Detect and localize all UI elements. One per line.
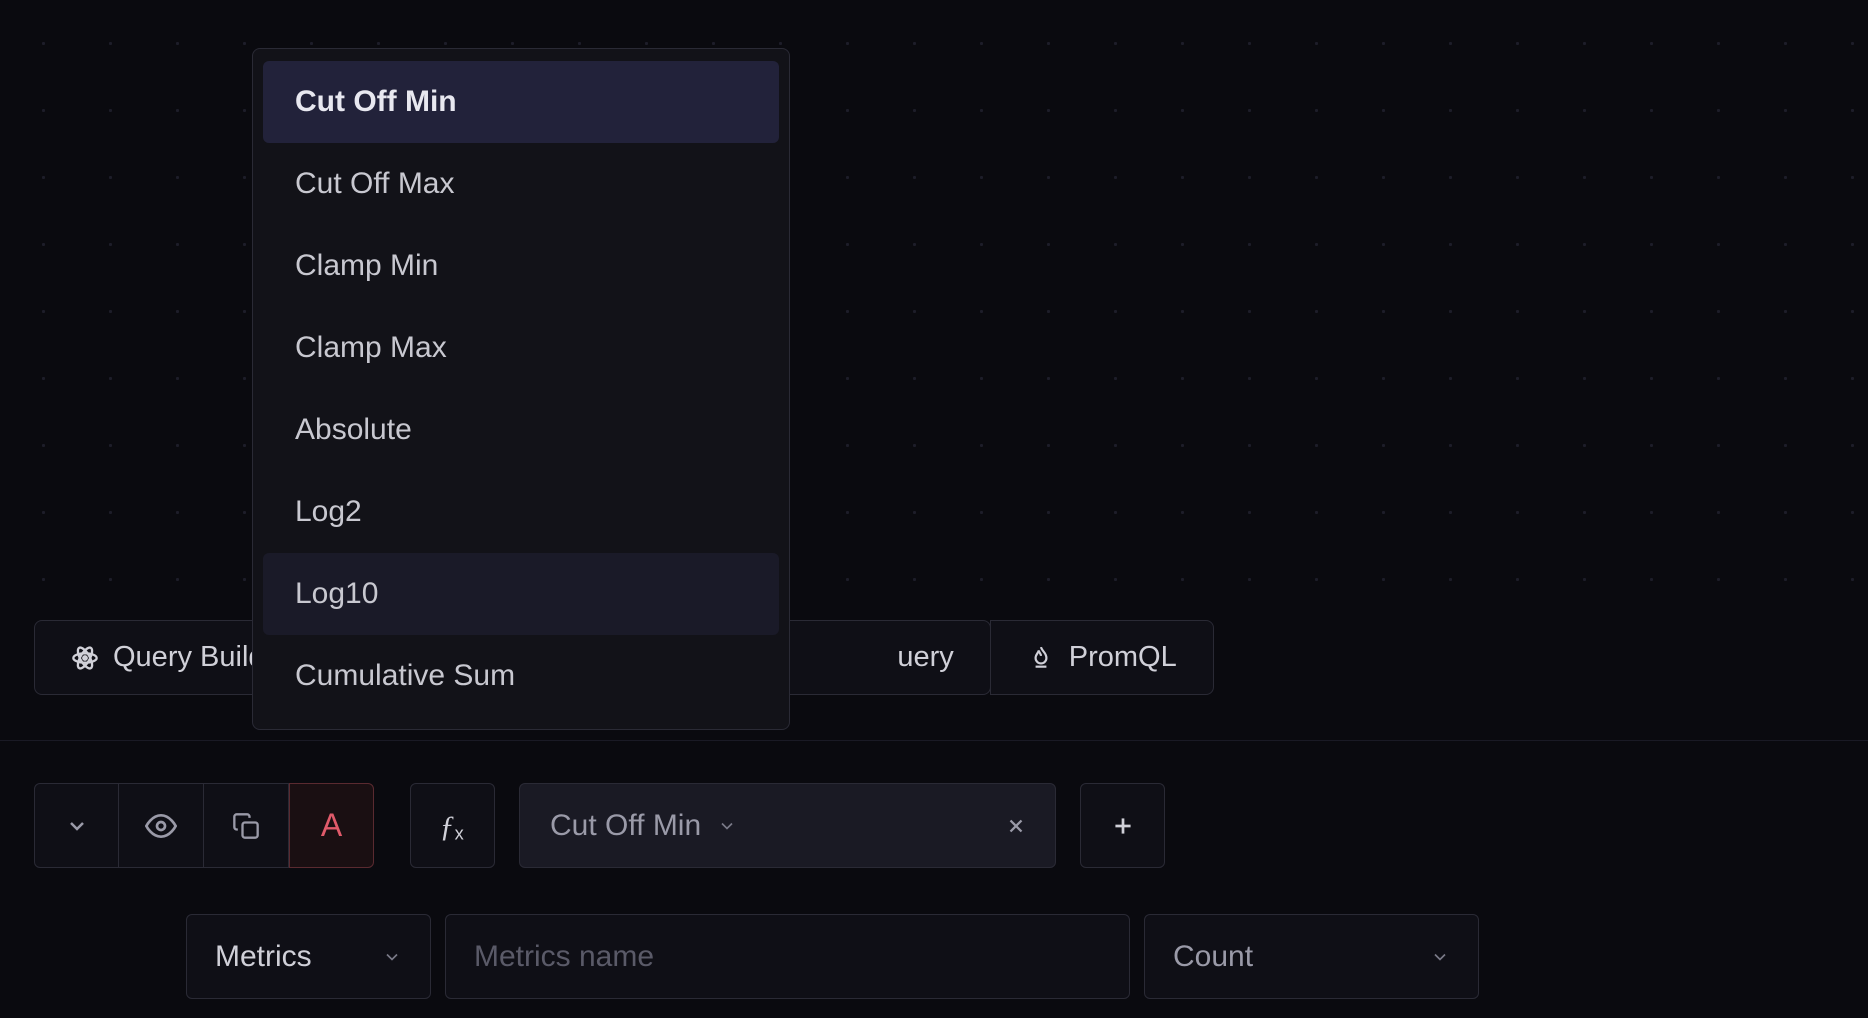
dropdown-item-log10[interactable]: Log10 — [263, 553, 779, 635]
visibility-toggle-button[interactable] — [119, 783, 204, 868]
dropdown-item-absolute[interactable]: Absolute — [263, 389, 779, 471]
query-letter-badge[interactable]: A — [289, 783, 374, 868]
aggregation-label: Count — [1173, 940, 1253, 974]
flame-icon — [1027, 644, 1055, 672]
dropdown-item-log2[interactable]: Log2 — [263, 471, 779, 553]
chevron-down-icon — [65, 814, 89, 838]
dropdown-item-cumulative-sum[interactable]: Cumulative Sum — [263, 635, 779, 717]
chevron-down-icon — [717, 816, 737, 836]
tab-label: PromQL — [1069, 641, 1177, 674]
dropdown-item-label: Absolute — [295, 413, 412, 446]
dropdown-item-label: Cut Off Min — [295, 85, 457, 118]
function-pill: Cut Off Min — [519, 783, 1056, 868]
atom-icon — [71, 644, 99, 672]
metrics-config-row: Metrics Metrics name Count — [186, 914, 1479, 999]
copy-button[interactable] — [204, 783, 289, 868]
dropdown-item-clamp-max[interactable]: Clamp Max — [263, 307, 779, 389]
chevron-down-icon — [1430, 947, 1450, 967]
metrics-name-placeholder: Metrics name — [474, 940, 654, 974]
function-select[interactable]: Cut Off Min — [520, 809, 757, 843]
aggregation-select[interactable]: Count — [1144, 914, 1479, 999]
query-letter: A — [321, 807, 342, 844]
chevron-down-icon — [382, 947, 402, 967]
add-function-button[interactable] — [1080, 783, 1165, 868]
query-builder-area — [0, 740, 1868, 741]
tab-label-partial: uery — [897, 641, 953, 674]
dropdown-item-label: Log2 — [295, 495, 362, 528]
function-pill-text: Cut Off Min — [550, 809, 701, 843]
close-icon — [1005, 815, 1027, 837]
data-source-select[interactable]: Metrics — [186, 914, 431, 999]
plus-icon — [1110, 813, 1136, 839]
query-actions-group: A — [34, 783, 374, 868]
dropdown-item-clamp-min[interactable]: Clamp Min — [263, 225, 779, 307]
tab-promql[interactable]: PromQL — [990, 620, 1214, 695]
dropdown-item-cut-off-max[interactable]: Cut Off Max — [263, 143, 779, 225]
metrics-name-input[interactable]: Metrics name — [445, 914, 1130, 999]
remove-function-button[interactable] — [977, 815, 1055, 837]
function-icon: ƒ x — [433, 806, 473, 846]
collapse-button[interactable] — [34, 783, 119, 868]
dropdown-item-cut-off-min[interactable]: Cut Off Min — [263, 61, 779, 143]
function-button[interactable]: ƒ x — [410, 783, 495, 868]
data-source-label: Metrics — [215, 940, 312, 974]
function-dropdown-menu: Cut Off Min Cut Off Max Clamp Min Clamp … — [252, 48, 790, 730]
dropdown-item-label: Log10 — [295, 577, 378, 610]
copy-icon — [232, 812, 260, 840]
dropdown-item-label: Cut Off Max — [295, 167, 455, 200]
svg-text:ƒ: ƒ — [439, 810, 454, 843]
eye-icon — [145, 810, 177, 842]
dropdown-item-label: Clamp Max — [295, 331, 447, 364]
svg-text:x: x — [454, 822, 463, 843]
query-toolbar: A ƒ x Cut Off Min — [34, 783, 1165, 868]
dropdown-item-label: Cumulative Sum — [295, 659, 515, 692]
dropdown-item-label: Clamp Min — [295, 249, 438, 282]
